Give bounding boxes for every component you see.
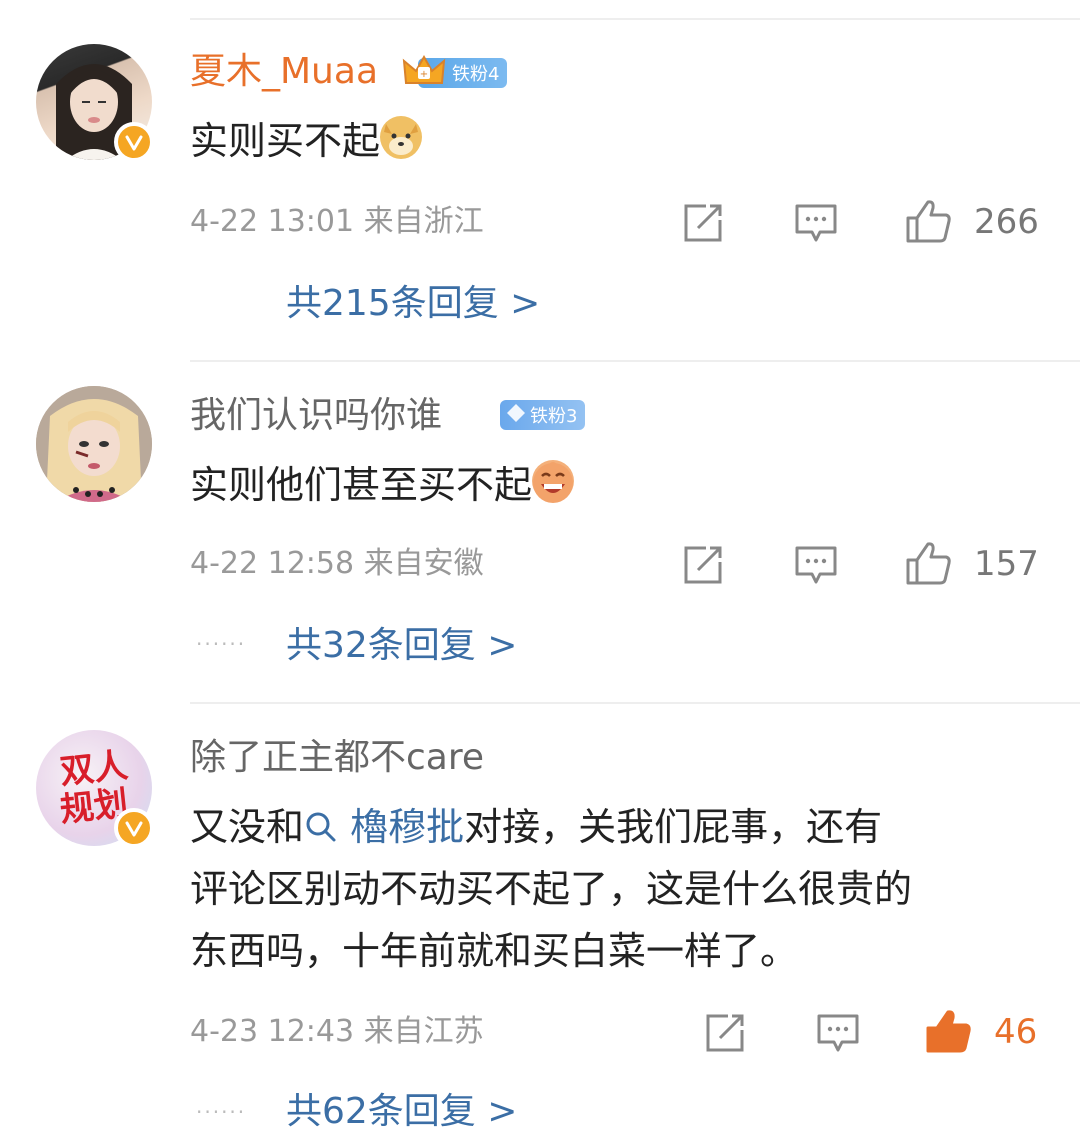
avatar[interactable]: 双人 规划 [36, 730, 154, 848]
like-count: 266 [974, 202, 1039, 242]
comment-icon[interactable] [794, 202, 838, 244]
reply-dots: ······ [196, 632, 247, 656]
reply-link[interactable]: 共32条回复 > [286, 624, 517, 668]
share-icon[interactable] [682, 202, 724, 244]
comment-icon[interactable] [816, 1012, 860, 1054]
topic-link[interactable]: 櫓穆批 [304, 805, 464, 849]
like-icon[interactable] [904, 540, 952, 586]
share-icon[interactable] [682, 544, 724, 586]
search-icon [306, 812, 336, 842]
diamond-icon [506, 403, 526, 428]
comment-line: 评论区别动不动买不起了，这是什么很贵的 [190, 867, 913, 911]
svg-text:+: + [420, 69, 428, 80]
comment-line: 又没和 櫓穆批对接，关我们屁事，还有 [190, 805, 883, 849]
comment-meta: 4-22 12:58 来自安徽 [190, 546, 484, 581]
like-icon-active[interactable] [924, 1008, 972, 1054]
fan-badge: 铁粉3 [500, 400, 586, 430]
doge-emoji [380, 116, 423, 159]
comment-icon[interactable] [794, 544, 838, 586]
comment-text: 实则他们甚至买不起 [190, 454, 1050, 516]
avatar[interactable] [36, 386, 152, 502]
verified-icon [114, 808, 154, 848]
reply-dots: ······ [196, 1100, 247, 1124]
comment-text: 又没和 櫓穆批对接，关我们屁事，还有 评论区别动不动买不起了，这是什么很贵的 东… [190, 796, 1050, 982]
share-icon[interactable] [704, 1012, 746, 1054]
username[interactable]: 除了正主都不care [190, 736, 484, 780]
fan-badge: + 铁粉4 [402, 54, 508, 88]
comment-text: 实则买不起 [190, 110, 1050, 172]
username[interactable]: 夏木_Muaa [190, 50, 378, 94]
verified-icon [114, 122, 154, 162]
reply-link[interactable]: 共62条回复 > [286, 1090, 517, 1134]
comment-line: 东西吗，十年前就和买白菜一样了。 [190, 929, 799, 973]
like-count: 157 [974, 544, 1039, 584]
comment-meta: 4-22 13:01 来自浙江 [190, 204, 484, 239]
like-count: 46 [994, 1012, 1038, 1052]
laughing-emoji [532, 460, 575, 503]
avatar[interactable] [36, 44, 154, 162]
comment-meta: 4-23 12:43 来自江苏 [190, 1014, 484, 1049]
crown-icon: + [402, 53, 446, 94]
like-icon[interactable] [904, 198, 952, 244]
username[interactable]: 我们认识吗你谁 [190, 394, 442, 438]
reply-link[interactable]: 共215条回复 > [286, 282, 540, 326]
